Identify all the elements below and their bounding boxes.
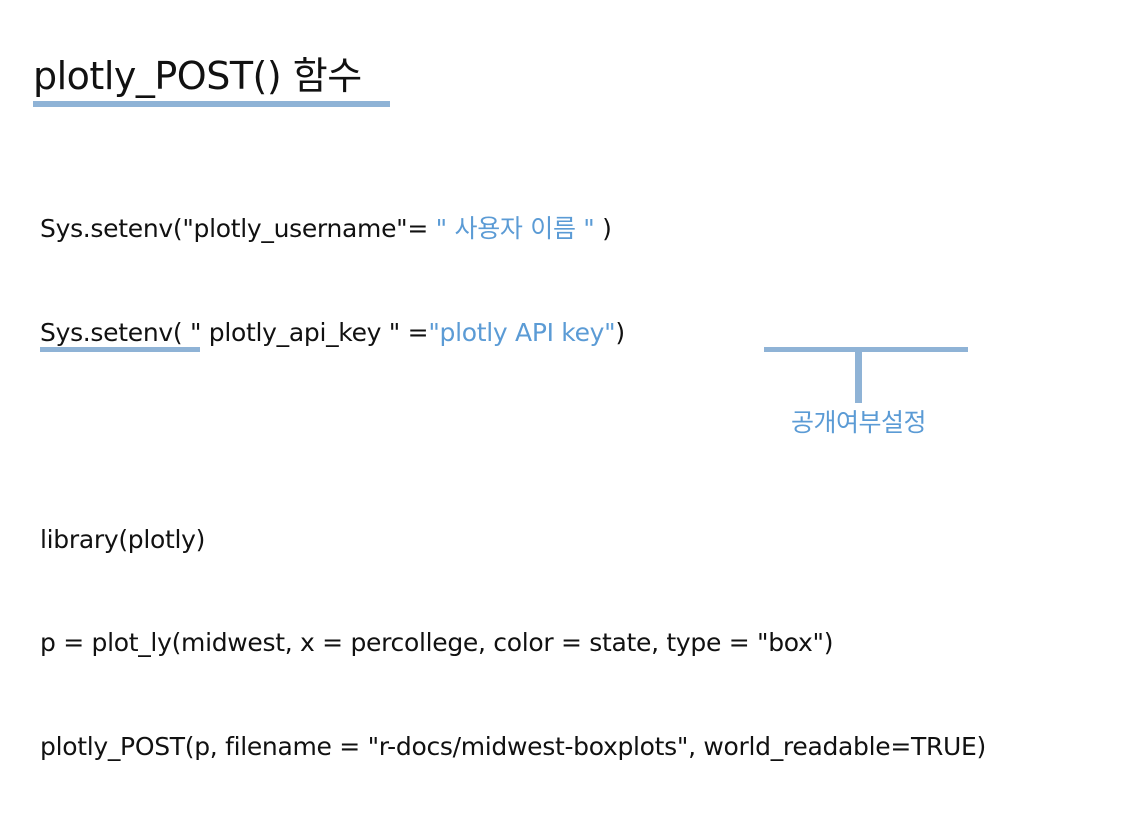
code-text: Sys.setenv("plotly_username"=	[40, 214, 436, 243]
code-text: )	[594, 214, 612, 243]
code-block: Sys.setenv("plotly_username"= " 사용자 이름 "…	[40, 143, 986, 833]
world-readable-underline	[764, 347, 968, 352]
title-underline	[33, 101, 390, 107]
plotly-post-underline	[40, 347, 200, 352]
annotation-label: 공개여부설정	[791, 408, 927, 437]
code-line-setenv-username: Sys.setenv("plotly_username"= " 사용자 이름 "…	[40, 212, 986, 247]
username-value: " 사용자 이름 "	[435, 214, 595, 243]
code-line-plotly-post: plotly_POST(p, filename = "r-docs/midwes…	[40, 731, 986, 761]
api-key-value: "plotly API key"	[428, 317, 616, 347]
code-text: Sys.setenv( " plotly_api_key " =	[40, 317, 429, 347]
slide-title: plotly_POST() 함수	[33, 54, 362, 98]
annotation-connector	[855, 351, 862, 403]
code-line-library: library(plotly)	[40, 524, 206, 554]
code-line-plot-ly: p = plot_ly(midwest, x = percollege, col…	[40, 628, 834, 657]
code-line-setenv-api-key: Sys.setenv( " plotly_api_key " ="plotly …	[40, 316, 986, 351]
slide: plotly_POST() 함수 Sys.setenv("plotly_user…	[0, 0, 1140, 761]
code-text: )	[615, 317, 625, 347]
